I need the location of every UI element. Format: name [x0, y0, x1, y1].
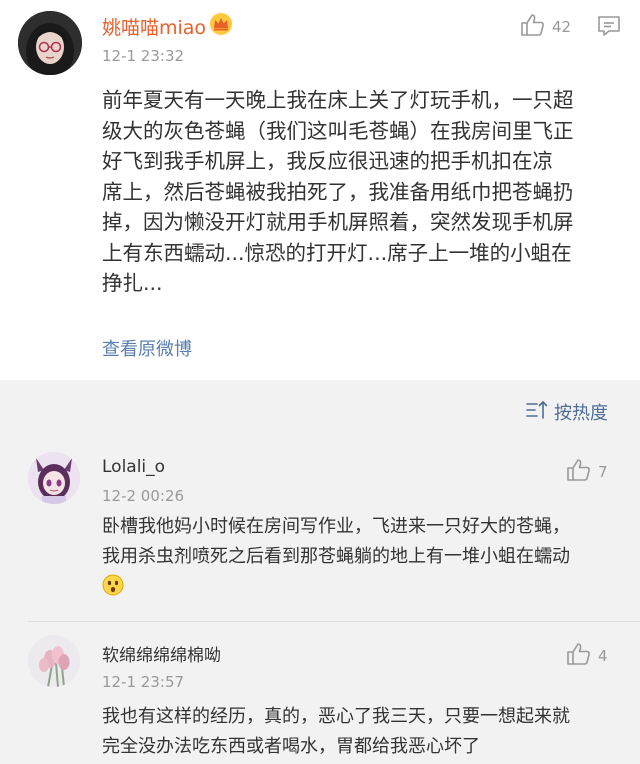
thumbs-up-icon: [566, 641, 592, 671]
thumbs-up-icon: [520, 12, 546, 42]
reply-item: Lolali_o 12-2 00:26 7 卧槽我他妈小时候在房间写作业，飞进来…: [0, 440, 640, 622]
reply-username[interactable]: Lolali_o: [102, 457, 165, 477]
reply-item: 软绵绵绵绵棉呦 12-1 23:57 4 我也有这样的经历，真的，恶心了我三天，…: [0, 622, 640, 764]
reply-time: 12-1 23:57: [102, 673, 185, 691]
main-comment-like-button[interactable]: 42: [520, 12, 571, 42]
reply-time: 12-2 00:26: [102, 487, 185, 505]
reply-text: 卧槽我他妈小时候在房间写作业，飞进来一只好大的苍蝇， 我用杀虫剂喷死之后看到那苍…: [102, 516, 570, 567]
main-comment: 姚喵喵miao 12-1 23:32 42 前年夏天有一天晚上我在床上关了灯玩手…: [0, 0, 640, 380]
reply-like-button[interactable]: 7: [566, 457, 608, 487]
main-comment-username[interactable]: 姚喵喵miao: [102, 13, 206, 40]
sort-by-popularity-button[interactable]: 按热度: [526, 399, 608, 425]
main-comment-avatar[interactable]: [18, 11, 82, 75]
emoji-icon: [102, 574, 124, 600]
reply-like-count: 7: [598, 463, 608, 481]
vip-crown-icon: [209, 12, 233, 36]
reply-avatar[interactable]: [28, 452, 80, 504]
reply-text: 我也有这样的经历，真的，恶心了我三天，只要一想起来就 完全没办法吃东西或者喝水，…: [102, 706, 570, 757]
sort-icon: [526, 400, 548, 425]
reply-like-button[interactable]: 4: [566, 641, 608, 671]
reply-username[interactable]: 软绵绵绵绵棉呦: [102, 641, 221, 666]
reply-avatar[interactable]: [28, 635, 80, 687]
thumbs-up-icon: [566, 457, 592, 487]
sort-label: 按热度: [554, 403, 608, 424]
main-comment-text: 前年夏天有一天晚上我在床上关了灯玩手机，一只超 级大的灰色苍蝇（我们这叫毛苍蝇）…: [102, 88, 574, 295]
view-original-weibo-link[interactable]: 查看原微博: [102, 335, 192, 361]
comment-reply-icon[interactable]: [597, 14, 621, 42]
reply-like-count: 4: [598, 647, 608, 665]
main-comment-time: 12-1 23:32: [102, 47, 185, 65]
main-comment-like-count: 42: [552, 18, 572, 36]
